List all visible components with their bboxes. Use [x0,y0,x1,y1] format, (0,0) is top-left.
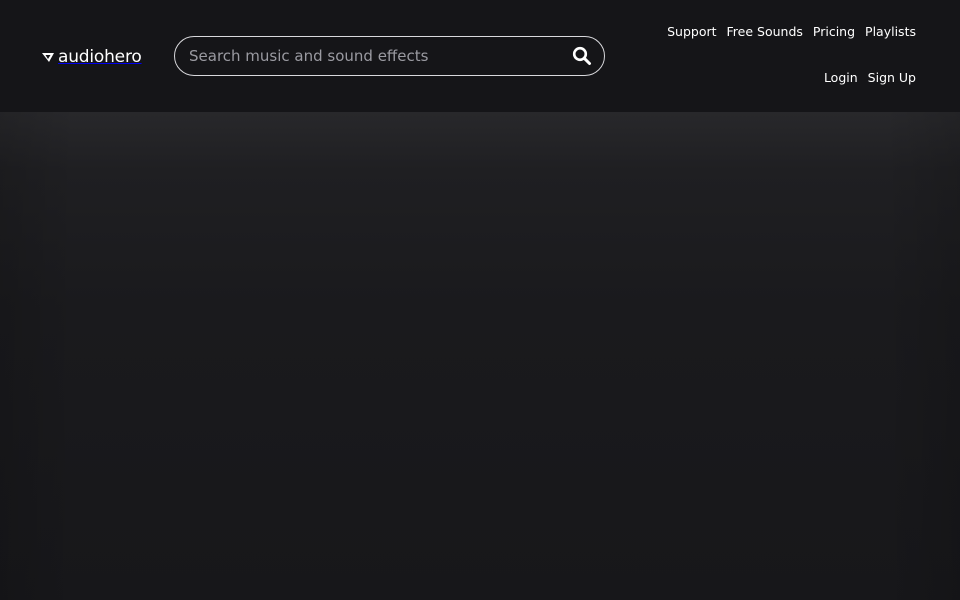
account-nav: Login Sign Up [824,70,916,86]
login-link[interactable]: Login [824,70,858,86]
brand-logo[interactable]: audiohero [42,46,142,68]
search-input[interactable] [189,37,569,75]
nav-free-sounds-link[interactable]: Free Sounds [727,24,803,40]
brand-name: audiohero [58,47,142,67]
primary-nav: Support Free Sounds Pricing Playlists [667,24,916,40]
nav-pricing-link[interactable]: Pricing [813,24,855,40]
site-header: audiohero Support Free Sounds Pricing Pl… [0,0,960,112]
hero-section [0,112,960,600]
nav-playlists-link[interactable]: Playlists [865,24,916,40]
audiohero-logo-icon [42,53,54,62]
search-icon [572,46,591,65]
search-button[interactable] [572,45,594,67]
nav-support-link[interactable]: Support [667,24,716,40]
search-bar [174,36,605,76]
sign-up-link[interactable]: Sign Up [868,70,916,86]
